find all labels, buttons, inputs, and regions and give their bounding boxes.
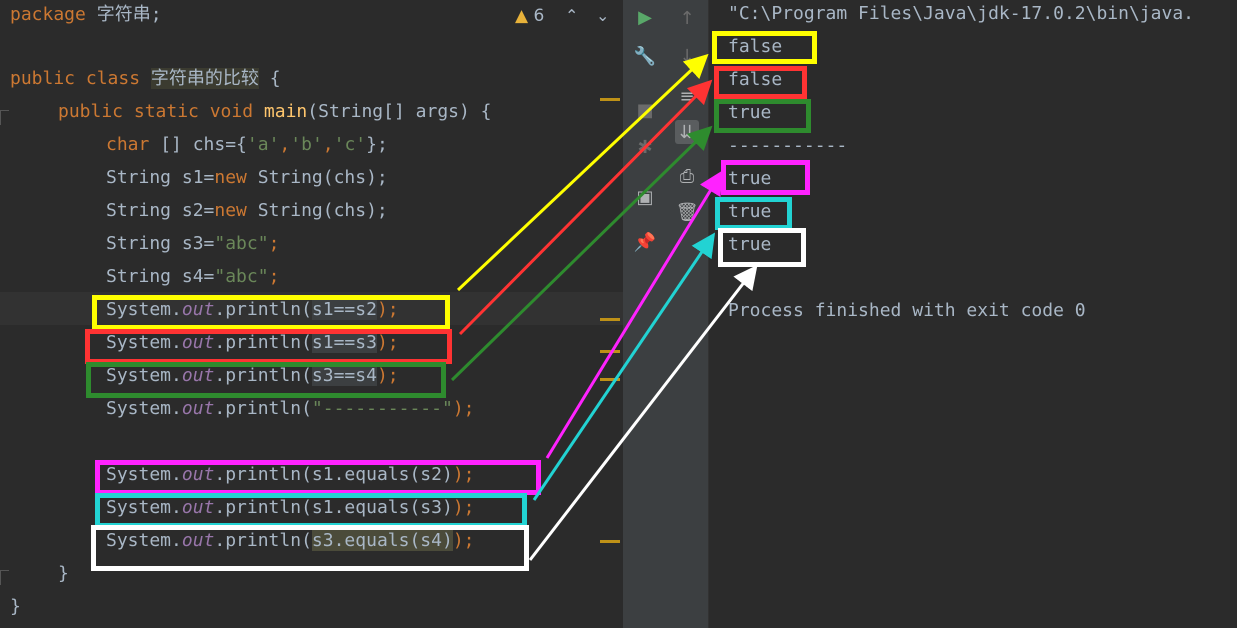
- arrow-cyan: [532, 232, 716, 501]
- arrow-red: [458, 79, 713, 336]
- arrow-green: [450, 125, 713, 382]
- arrow-white: [528, 264, 758, 561]
- annotation-arrows: [450, 53, 758, 561]
